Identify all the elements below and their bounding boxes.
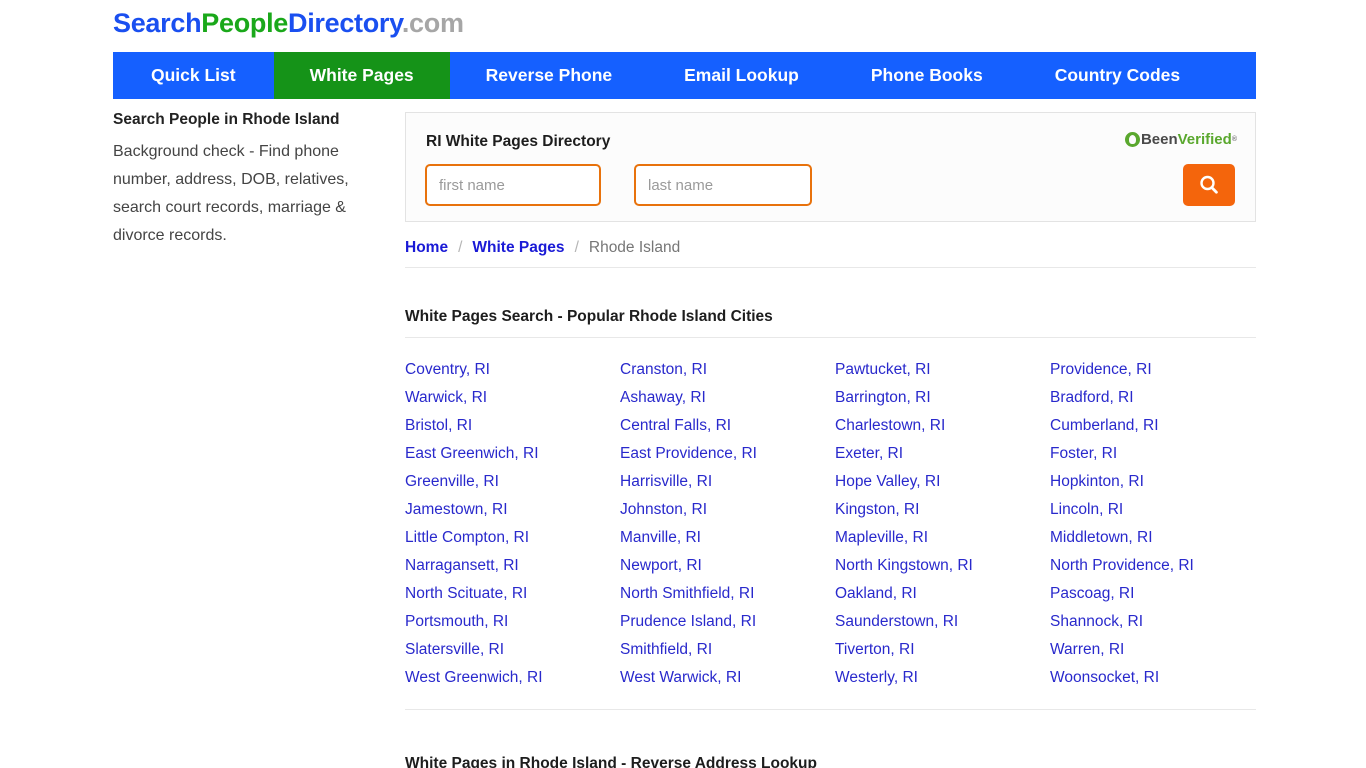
city-link[interactable]: Kingston, RI <box>835 496 1050 524</box>
logo-part-directory: Directory <box>288 8 402 38</box>
city-link[interactable]: Warwick, RI <box>405 384 620 412</box>
search-panel-title: RI White Pages Directory <box>426 133 611 150</box>
breadcrumb-current: Rhode Island <box>588 239 681 256</box>
city-link[interactable]: West Warwick, RI <box>620 664 835 692</box>
city-link[interactable]: Smithfield, RI <box>620 636 835 664</box>
reverse-address-heading: White Pages in Rhode Island - Reverse Ad… <box>405 754 817 768</box>
nav-item-country-codes[interactable]: Country Codes <box>1018 52 1217 99</box>
city-link[interactable]: Exeter, RI <box>835 440 1050 468</box>
city-column-3: Pawtucket, RI Barrington, RI Charlestown… <box>835 356 1050 692</box>
city-link[interactable]: Lincoln, RI <box>1050 496 1265 524</box>
city-link[interactable]: Prudence Island, RI <box>620 608 835 636</box>
divider-below-breadcrumb <box>405 267 1256 268</box>
city-link[interactable]: Barrington, RI <box>835 384 1050 412</box>
city-link[interactable]: Greenville, RI <box>405 468 620 496</box>
city-link[interactable]: Middletown, RI <box>1050 524 1265 552</box>
city-link[interactable]: Hope Valley, RI <box>835 468 1050 496</box>
logo-part-people: People <box>201 8 288 38</box>
divider-above-cities <box>405 337 1256 338</box>
city-link[interactable]: Charlestown, RI <box>835 412 1050 440</box>
city-link[interactable]: Warren, RI <box>1050 636 1265 664</box>
breadcrumb-white-pages[interactable]: White Pages <box>472 239 564 257</box>
city-link[interactable]: North Kingstown, RI <box>835 552 1050 580</box>
city-link[interactable]: Cumberland, RI <box>1050 412 1265 440</box>
city-column-1: Coventry, RI Warwick, RI Bristol, RI Eas… <box>405 356 620 692</box>
beenverified-tm: ® <box>1231 136 1237 143</box>
city-link[interactable]: Pascoag, RI <box>1050 580 1265 608</box>
nav-item-reverse-phone[interactable]: Reverse Phone <box>449 52 649 99</box>
city-link[interactable]: North Smithfield, RI <box>620 580 835 608</box>
city-link[interactable]: Newport, RI <box>620 552 835 580</box>
city-link[interactable]: Manville, RI <box>620 524 835 552</box>
logo-part-search: Search <box>113 8 202 38</box>
city-link[interactable]: Woonsocket, RI <box>1050 664 1265 692</box>
city-link[interactable]: West Greenwich, RI <box>405 664 620 692</box>
cities-section-heading: White Pages Search - Popular Rhode Islan… <box>405 307 773 325</box>
divider-below-cities <box>405 709 1256 710</box>
city-link[interactable]: Pawtucket, RI <box>835 356 1050 384</box>
city-link[interactable]: Saunderstown, RI <box>835 608 1050 636</box>
city-link[interactable]: Slatersville, RI <box>405 636 620 664</box>
sidebar: Search People in Rhode Island Background… <box>113 110 381 250</box>
nav-item-phone-books[interactable]: Phone Books <box>834 52 1019 99</box>
sidebar-description: Background check - Find phone number, ad… <box>113 143 349 244</box>
main-navigation: Quick List White Pages Reverse Phone Ema… <box>113 52 1256 99</box>
city-link[interactable]: Narragansett, RI <box>405 552 620 580</box>
search-icon <box>1200 175 1218 194</box>
city-link[interactable]: Coventry, RI <box>405 356 620 384</box>
city-link[interactable]: Portsmouth, RI <box>405 608 620 636</box>
search-button[interactable] <box>1183 164 1235 206</box>
beenverified-logo: Been Verified ® <box>1124 131 1237 148</box>
city-link[interactable]: Mapleville, RI <box>835 524 1050 552</box>
city-link[interactable]: Providence, RI <box>1050 356 1265 384</box>
site-logo[interactable]: SearchPeopleDirectory.com <box>113 8 464 39</box>
breadcrumb: Home / White Pages / Rhode Island <box>405 239 680 257</box>
first-name-input[interactable] <box>425 164 601 206</box>
city-link[interactable]: Ashaway, RI <box>620 384 835 412</box>
city-link[interactable]: Shannock, RI <box>1050 608 1265 636</box>
city-link[interactable]: Bristol, RI <box>405 412 620 440</box>
city-link[interactable]: Harrisville, RI <box>620 468 835 496</box>
city-link[interactable]: North Scituate, RI <box>405 580 620 608</box>
city-link[interactable]: Johnston, RI <box>620 496 835 524</box>
nav-item-quick-list[interactable]: Quick List <box>113 52 274 99</box>
city-link[interactable]: Jamestown, RI <box>405 496 620 524</box>
city-link[interactable]: Westerly, RI <box>835 664 1050 692</box>
last-name-input[interactable] <box>634 164 812 206</box>
logo-part-com: .com <box>401 8 464 38</box>
city-link[interactable]: Little Compton, RI <box>405 524 620 552</box>
city-link[interactable]: Central Falls, RI <box>620 412 835 440</box>
city-column-2: Cranston, RI Ashaway, RI Central Falls, … <box>620 356 835 692</box>
breadcrumb-separator-1: / <box>458 239 463 256</box>
city-link[interactable]: Bradford, RI <box>1050 384 1265 412</box>
city-link[interactable]: Tiverton, RI <box>835 636 1050 664</box>
breadcrumb-separator-2: / <box>574 239 579 256</box>
nav-item-email-lookup[interactable]: Email Lookup <box>648 52 835 99</box>
city-column-4: Providence, RI Bradford, RI Cumberland, … <box>1050 356 1265 692</box>
beenverified-been-text: Been <box>1140 131 1178 148</box>
sidebar-title: Search People in Rhode Island <box>113 111 340 128</box>
city-link[interactable]: East Greenwich, RI <box>405 440 620 468</box>
city-link[interactable]: East Providence, RI <box>620 440 835 468</box>
city-link[interactable]: Hopkinton, RI <box>1050 468 1265 496</box>
city-link[interactable]: Oakland, RI <box>835 580 1050 608</box>
page-root: SearchPeopleDirectory.com Quick List Whi… <box>0 0 1366 768</box>
city-links-grid: Coventry, RI Warwick, RI Bristol, RI Eas… <box>405 356 1265 692</box>
beenverified-verified-text: Verified <box>1177 131 1232 148</box>
city-link[interactable]: Cranston, RI <box>620 356 835 384</box>
city-link[interactable]: North Providence, RI <box>1050 552 1265 580</box>
city-link[interactable]: Foster, RI <box>1050 440 1265 468</box>
breadcrumb-home[interactable]: Home <box>405 239 448 257</box>
beenverified-mark-icon <box>1124 132 1140 147</box>
nav-item-white-pages[interactable]: White Pages <box>273 52 450 99</box>
